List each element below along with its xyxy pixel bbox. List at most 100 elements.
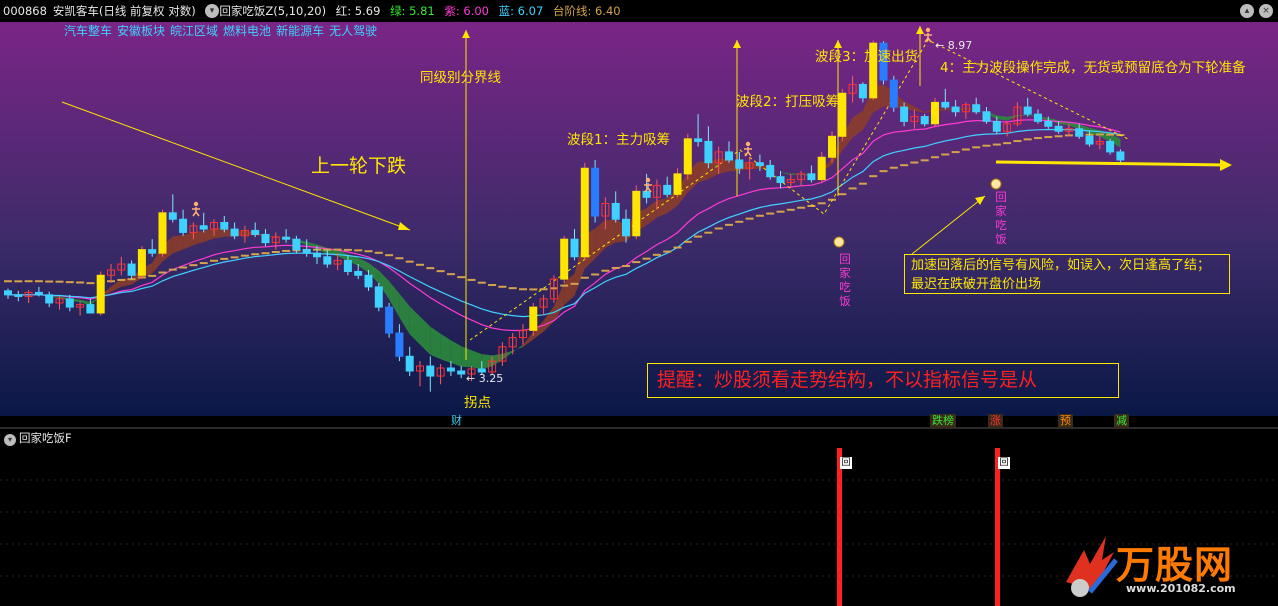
- step-line-dash: [4, 280, 12, 283]
- sector-tag[interactable]: 燃料电池: [223, 24, 271, 38]
- sector-tag[interactable]: 安徽板块: [117, 24, 165, 38]
- candle-body: [426, 365, 435, 377]
- candle-body: [364, 274, 373, 288]
- candle-body: [817, 156, 826, 181]
- candle-body: [704, 140, 713, 164]
- candle-body: [755, 162, 764, 166]
- step-line-dash: [467, 278, 476, 281]
- candle-body: [889, 79, 898, 108]
- sector-tag[interactable]: 新能源车: [276, 24, 324, 38]
- stock-name: 安凯客车: [52, 4, 99, 18]
- chevron-up-icon[interactable]: ▴: [1240, 4, 1254, 18]
- step-line-dash: [611, 266, 620, 269]
- turn-point-label: 拐点: [464, 395, 491, 411]
- ribbon-segment: [214, 228, 225, 239]
- step-line-dash: [240, 254, 249, 257]
- ribbon-segment: [718, 158, 729, 174]
- event-marker[interactable]: 预: [1058, 414, 1073, 428]
- stock-code: 000868: [3, 4, 47, 18]
- candle-body: [385, 306, 394, 334]
- sector-tag[interactable]: 汽车整车: [64, 24, 112, 38]
- icon-head: [925, 27, 931, 33]
- chevron-down-icon[interactable]: ▾: [4, 434, 16, 446]
- step-line-dash: [1003, 142, 1012, 145]
- event-marker[interactable]: 减: [1114, 414, 1129, 428]
- step-line-dash: [65, 281, 74, 284]
- step-line-dash: [498, 285, 507, 288]
- step-line-dash: [879, 170, 888, 173]
- candle-body: [179, 218, 188, 233]
- candle-body: [148, 249, 157, 254]
- step-line-dash: [343, 248, 352, 251]
- chart-mode: (日线 前复权 对数): [98, 4, 196, 18]
- candle-body: [323, 256, 332, 265]
- candle-body: [405, 355, 414, 372]
- step-line-dash: [220, 257, 229, 260]
- step-line-dash: [426, 267, 435, 270]
- step-line-dash: [838, 193, 847, 196]
- step-line-value: 台阶线: 6.40: [552, 4, 621, 18]
- candle-body: [1106, 140, 1115, 153]
- candle-body: [838, 92, 847, 137]
- candle-body: [858, 83, 867, 99]
- event-marker[interactable]: 涨: [988, 414, 1003, 428]
- step-line-dash: [601, 269, 610, 272]
- icon-head: [645, 177, 651, 183]
- watermark-text: 万股网: [1116, 542, 1234, 587]
- candle-body: [96, 274, 105, 314]
- candle-body: [992, 120, 1001, 132]
- step-line-dash: [477, 281, 486, 284]
- watermark: 万股网 www.201082.com: [1060, 530, 1260, 602]
- step-line-dash: [1044, 136, 1053, 139]
- step-line-dash: [961, 148, 970, 151]
- high-price-label: ← 8.97: [935, 39, 973, 52]
- candle-body: [1075, 128, 1084, 137]
- step-line-dash: [55, 280, 64, 283]
- step-line-dash: [508, 287, 517, 290]
- event-marker[interactable]: 财: [449, 414, 464, 428]
- step-line-dash: [158, 271, 167, 274]
- ribbon-segment: [698, 161, 709, 183]
- step-line-dash: [745, 217, 754, 220]
- step-line-dash: [992, 143, 1001, 146]
- chevron-down-icon[interactable]: ▾: [205, 4, 219, 18]
- step-line-dash: [766, 212, 775, 215]
- step-line-dash: [14, 280, 23, 283]
- sector-tag[interactable]: 无人驾驶: [329, 24, 377, 38]
- close-icon[interactable]: ×: [1259, 4, 1273, 18]
- icon-head: [193, 201, 199, 207]
- low-price-label: ← 3.25: [466, 372, 504, 385]
- step-line-dash: [519, 288, 527, 291]
- sector-tag[interactable]: 皖江区域: [170, 24, 218, 38]
- step-line-dash: [642, 257, 651, 260]
- step-line-dash: [560, 284, 569, 287]
- signal-label-vertical: 回家吃饭: [995, 190, 1007, 246]
- signal-label-vertical: 回家吃饭: [839, 252, 851, 308]
- candle-body: [951, 106, 960, 113]
- candle-body: [725, 151, 733, 161]
- candle-body: [972, 104, 981, 113]
- candle-body: [1085, 135, 1094, 145]
- step-line-dash: [580, 276, 589, 279]
- candle-body: [529, 306, 538, 331]
- step-line-dash: [683, 240, 692, 243]
- step-line-dash: [271, 251, 280, 254]
- candle-body: [343, 259, 352, 272]
- candle-body: [673, 173, 682, 195]
- step-line-dash: [982, 144, 991, 147]
- candle-body: [354, 270, 363, 276]
- step-line-dash: [786, 208, 795, 211]
- step-line-dash: [1095, 133, 1104, 136]
- candle-body: [1116, 151, 1125, 161]
- step-line-dash: [889, 166, 898, 169]
- candle-body: [1044, 120, 1053, 127]
- step-line-dash: [34, 280, 43, 283]
- watermark-url: www.201082.com: [1126, 582, 1236, 595]
- event-marker[interactable]: 跌榜: [930, 414, 956, 428]
- step-line-dash: [817, 202, 826, 205]
- indicator-name: 回家吃饭Z(5,10,20): [219, 4, 327, 18]
- candle-body: [4, 290, 12, 296]
- candle-body: [251, 229, 260, 235]
- step-line-dash: [354, 249, 363, 252]
- step-line-dash: [951, 151, 960, 154]
